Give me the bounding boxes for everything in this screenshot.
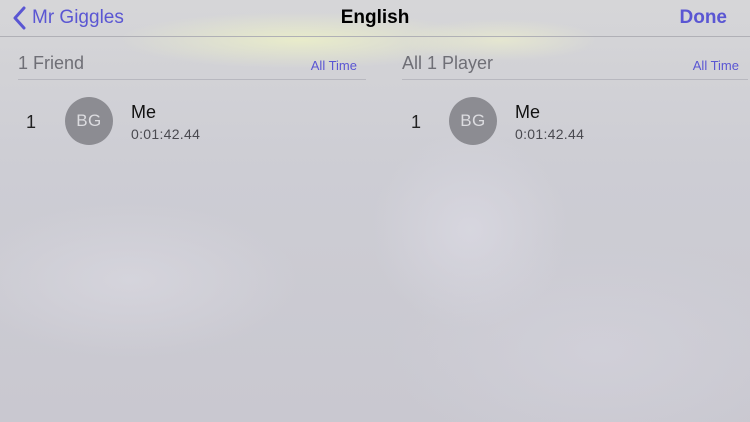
friends-header: 1 Friend All Time [18,36,366,80]
leaderboard-entry[interactable]: 1 BG Me 0:01:42.44 [18,80,366,158]
back-button[interactable]: Mr Giggles [12,0,124,36]
leaderboard-entry[interactable]: 1 BG Me 0:01:42.44 [402,80,750,158]
player-name: Me [131,102,157,122]
all-players-title: All 1 Player [402,53,494,73]
all-players-time-scope-button[interactable]: All Time [693,58,739,73]
all-players-leaderboard: All 1 Player All Time 1 BG Me 0:01:42.44 [402,36,750,166]
avatar: BG [65,97,113,145]
friends-leaderboard: 1 Friend All Time 1 BG Me 0:01:42.44 [18,36,366,166]
done-button[interactable]: Done [680,0,728,36]
avatar-initials: BG [76,111,102,130]
chevron-left-icon [12,6,32,30]
player-name: Me [515,102,541,122]
navigation-bar: Mr Giggles English Done [0,0,750,37]
friends-time-scope-button[interactable]: All Time [311,58,357,73]
player-score: 0:01:42.44 [515,126,585,142]
avatar: BG [449,97,497,145]
player-score: 0:01:42.44 [131,126,201,142]
entry-rank: 1 [26,112,37,132]
friends-title: 1 Friend [18,53,85,73]
all-players-header: All 1 Player All Time [402,36,748,80]
avatar-initials: BG [460,111,486,130]
back-button-label: Mr Giggles [32,7,124,28]
entry-rank: 1 [411,112,422,132]
